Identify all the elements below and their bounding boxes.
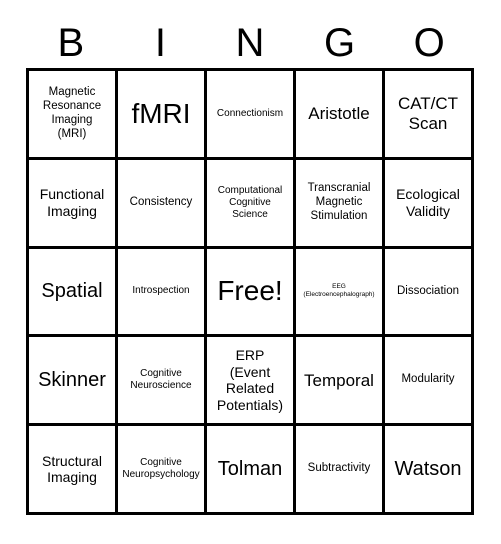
bingo-cell-label: Introspection xyxy=(132,285,190,297)
bingo-cell[interactable]: Introspection xyxy=(118,248,207,338)
bingo-cell-label: ERP (Event Related Potentials) xyxy=(216,347,284,413)
bingo-cell[interactable]: Dissociation xyxy=(385,248,474,338)
header-letter-g-label: G xyxy=(324,21,356,65)
bingo-cell-label: Magnetic Resonance Imaging (MRI) xyxy=(42,86,102,140)
bingo-cell-label: Subtractivity xyxy=(307,462,371,475)
bingo-cell[interactable]: Structural Imaging xyxy=(29,426,118,515)
bingo-cell-label: fMRI xyxy=(131,97,191,129)
bingo-cell[interactable]: Watson xyxy=(385,426,474,515)
header-letter-b-label: B xyxy=(57,21,85,65)
bingo-cell-label: Computational Cognitive Science xyxy=(217,184,283,220)
bingo-cell-label: Dissociation xyxy=(397,284,459,297)
bingo-cell-label: Tolman xyxy=(217,457,283,480)
header-letter-b: B xyxy=(26,18,116,68)
bingo-cell[interactable]: fMRI xyxy=(118,71,207,160)
bingo-cell[interactable]: Computational Cognitive Science xyxy=(207,159,296,249)
bingo-cell-label: Functional Imaging xyxy=(39,186,105,219)
bingo-cell[interactable]: Cognitive Neuropsychology xyxy=(118,426,207,515)
bingo-cell[interactable]: Transcranial Magnetic Stimulation xyxy=(296,159,385,249)
bingo-cell[interactable]: CAT/CT Scan xyxy=(385,71,474,160)
header-letter-n-label: N xyxy=(235,21,265,65)
bingo-cell-free-label: Free! xyxy=(217,275,283,307)
bingo-cell[interactable]: Aristotle xyxy=(296,71,385,160)
bingo-cell-label: Watson xyxy=(394,457,462,480)
bingo-cell[interactable]: Consistency xyxy=(118,159,207,249)
bingo-cell[interactable]: Skinner xyxy=(29,337,118,427)
bingo-cell[interactable]: ERP (Event Related Potentials) xyxy=(207,337,296,427)
bingo-cell-label: Skinner xyxy=(38,369,106,392)
bingo-cell-label: Cognitive Neuropsychology xyxy=(122,457,200,481)
bingo-cell-free[interactable]: Free! xyxy=(207,248,296,338)
bingo-cell-label: Transcranial Magnetic Stimulation xyxy=(307,182,371,222)
bingo-cell-label: Temporal xyxy=(304,370,374,390)
bingo-cell[interactable]: Functional Imaging xyxy=(29,159,118,249)
bingo-cell-label: Connectionism xyxy=(216,107,284,119)
bingo-header: B I N G O xyxy=(26,18,474,68)
bingo-cell-label: Aristotle xyxy=(308,104,370,124)
bingo-cell[interactable]: Temporal xyxy=(296,337,385,427)
bingo-cell-label: Spatial xyxy=(41,280,103,303)
bingo-cell[interactable]: Tolman xyxy=(207,426,296,515)
header-letter-i: I xyxy=(116,18,206,68)
header-letter-n: N xyxy=(205,18,295,68)
bingo-grid: Magnetic Resonance Imaging (MRI) fMRI Co… xyxy=(26,68,474,515)
bingo-cell[interactable]: Connectionism xyxy=(207,71,296,160)
bingo-cell[interactable]: Spatial xyxy=(29,248,118,338)
bingo-cell[interactable]: EEG (Electroencephalograph) xyxy=(296,248,385,338)
bingo-cell-label: Modularity xyxy=(401,373,455,386)
bingo-cell-label: Consistency xyxy=(129,195,193,208)
bingo-cell-label: CAT/CT Scan xyxy=(397,94,459,133)
bingo-cell-label: EEG (Electroencephalograph) xyxy=(303,283,375,299)
header-letter-i-label: I xyxy=(154,21,166,65)
bingo-cell[interactable]: Magnetic Resonance Imaging (MRI) xyxy=(29,71,118,160)
bingo-card: B I N G O Magnetic Resonance Imaging (MR… xyxy=(0,0,501,544)
header-letter-o: O xyxy=(384,18,474,68)
bingo-cell-label: Cognitive Neuroscience xyxy=(130,368,192,392)
header-letter-g: G xyxy=(295,18,385,68)
bingo-cell-label: Structural Imaging xyxy=(42,452,102,486)
header-letter-o-label: O xyxy=(413,21,445,65)
bingo-cell-label: Ecological Validity xyxy=(396,186,460,219)
bingo-cell[interactable]: Cognitive Neuroscience xyxy=(118,337,207,427)
bingo-cell[interactable]: Modularity xyxy=(385,337,474,427)
bingo-cell[interactable]: Subtractivity xyxy=(296,426,385,515)
bingo-cell[interactable]: Ecological Validity xyxy=(385,159,474,249)
